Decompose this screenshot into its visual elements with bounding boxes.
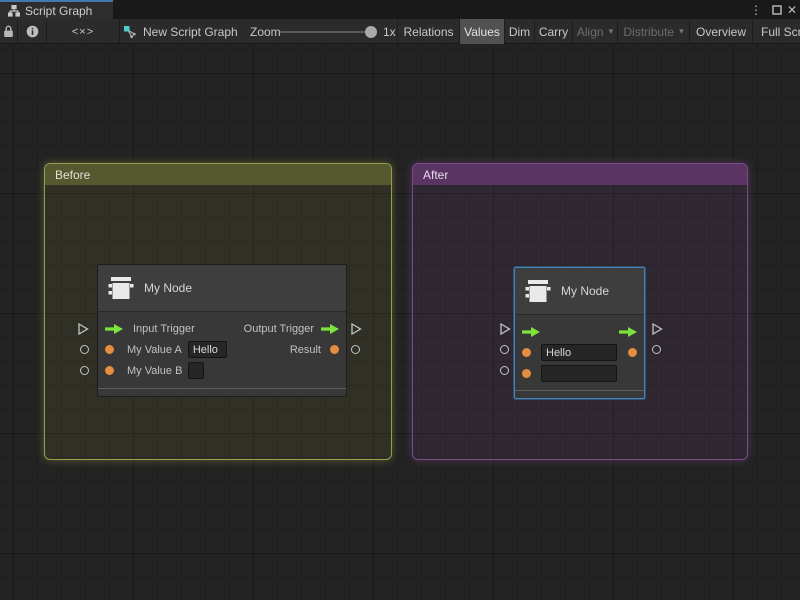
group-after-header[interactable]: After — [413, 164, 747, 185]
node-before[interactable]: My Node Input Trigger Output Trigger — [97, 264, 347, 397]
graph-hierarchy-icon — [8, 5, 20, 17]
unit-icon — [525, 277, 551, 305]
value-b-label: My Value B — [127, 365, 182, 377]
align-button[interactable]: Align ▾ — [573, 19, 618, 44]
value-a-row: My Value A Result — [98, 339, 346, 360]
input-trigger-port-icon[interactable] — [105, 324, 123, 334]
after-input-trigger-outer-port-icon[interactable] — [499, 323, 511, 335]
node-after-title: My Node — [561, 284, 609, 298]
result-port-icon[interactable] — [628, 348, 637, 357]
script-graph-window: Script Graph ⋮ ✕ <×> — [0, 0, 800, 600]
result-label: Result — [290, 344, 321, 356]
dim-label: Dim — [509, 25, 530, 39]
fullscreen-button[interactable]: Full Screen — [753, 19, 800, 44]
value-b-field[interactable] — [188, 362, 204, 379]
tab-script-graph[interactable]: Script Graph — [0, 0, 113, 19]
value-b-row: My Value B — [98, 360, 346, 381]
code-icon: <×> — [72, 26, 94, 38]
group-before-title: Before — [55, 168, 90, 182]
group-before-header[interactable]: Before — [45, 164, 391, 185]
value-b-port-icon[interactable] — [522, 369, 531, 378]
node-after[interactable]: My Node — [514, 267, 645, 399]
node-after-footer — [515, 390, 644, 398]
output-trigger-label: Output Trigger — [244, 323, 314, 335]
value-a-field[interactable] — [541, 344, 617, 361]
zoom-slider-handle[interactable] — [365, 26, 377, 38]
info-icon — [26, 25, 39, 38]
node-after-rows — [515, 315, 644, 384]
unit-icon — [108, 274, 134, 302]
value-b-field[interactable] — [541, 365, 617, 382]
info-button[interactable] — [18, 19, 47, 44]
graph-name-label: New Script Graph — [143, 19, 238, 44]
after-value-b-outer-port-icon[interactable] — [500, 366, 509, 375]
before-value-b-outer-port-icon[interactable] — [80, 366, 89, 375]
after-result-outer-port-icon[interactable] — [652, 345, 661, 354]
value-a-label: My Value A — [127, 344, 182, 356]
align-label: Align — [577, 25, 604, 39]
lock-button[interactable] — [0, 19, 18, 44]
code-view-button[interactable]: <×> — [47, 19, 120, 44]
input-trigger-port-icon[interactable] — [522, 327, 540, 337]
value-b-row — [515, 363, 644, 384]
graph-canvas[interactable]: Before After My Nod — [0, 44, 800, 600]
dim-button[interactable]: Dim — [505, 19, 535, 44]
after-output-trigger-outer-port-icon[interactable] — [651, 323, 663, 335]
carry-label: Carry — [539, 25, 568, 39]
node-before-rows: Input Trigger Output Trigger My Value A … — [98, 312, 346, 381]
values-label: Values — [464, 25, 500, 39]
window-menu-icon[interactable]: ⋮ — [750, 0, 762, 19]
zoom-value: 1x — [383, 19, 396, 44]
relations-label: Relations — [403, 25, 453, 39]
value-b-port-icon[interactable] — [105, 366, 114, 375]
overview-button[interactable]: Overview — [690, 19, 753, 44]
distribute-label: Distribute — [623, 25, 674, 39]
value-a-row — [515, 342, 644, 363]
relations-button[interactable]: Relations — [397, 19, 460, 44]
values-button[interactable]: Values — [460, 19, 505, 44]
distribute-dropdown-icon: ▾ — [679, 26, 684, 37]
output-trigger-port-icon[interactable] — [619, 327, 637, 337]
node-after-header[interactable]: My Node — [515, 268, 644, 315]
group-after-title: After — [423, 168, 448, 182]
window-close-icon[interactable]: ✕ — [787, 0, 797, 19]
fullscreen-label: Full Screen — [761, 25, 800, 39]
toolbar: <×> New Script Graph Zoom 1x Relations V… — [0, 19, 800, 44]
node-before-title: My Node — [144, 281, 192, 295]
overview-label: Overview — [696, 25, 746, 39]
zoom-label: Zoom — [250, 19, 281, 44]
tab-bar: Script Graph ⋮ ✕ — [0, 0, 800, 19]
after-value-a-outer-port-icon[interactable] — [500, 345, 509, 354]
tab-label: Script Graph — [25, 4, 92, 18]
value-a-port-icon[interactable] — [522, 348, 531, 357]
before-result-outer-port-icon[interactable] — [351, 345, 360, 354]
value-a-port-icon[interactable] — [105, 345, 114, 354]
trigger-row — [515, 321, 644, 342]
distribute-button[interactable]: Distribute ▾ — [618, 19, 690, 44]
zoom-slider-track[interactable] — [280, 31, 372, 33]
output-trigger-port-icon[interactable] — [321, 324, 339, 334]
align-dropdown-icon: ▾ — [609, 26, 614, 37]
lock-icon — [3, 25, 14, 38]
before-output-trigger-outer-port-icon[interactable] — [350, 323, 362, 335]
window-maximize-icon[interactable] — [772, 0, 782, 19]
trigger-row: Input Trigger Output Trigger — [98, 318, 346, 339]
node-before-footer — [98, 388, 346, 396]
value-a-field[interactable] — [188, 341, 227, 358]
carry-button[interactable]: Carry — [535, 19, 573, 44]
before-input-trigger-outer-port-icon[interactable] — [77, 323, 89, 335]
input-trigger-label: Input Trigger — [133, 323, 195, 335]
before-value-a-outer-port-icon[interactable] — [80, 345, 89, 354]
node-before-header[interactable]: My Node — [98, 265, 346, 312]
result-port-icon[interactable] — [330, 345, 339, 354]
script-graph-icon — [123, 19, 137, 44]
